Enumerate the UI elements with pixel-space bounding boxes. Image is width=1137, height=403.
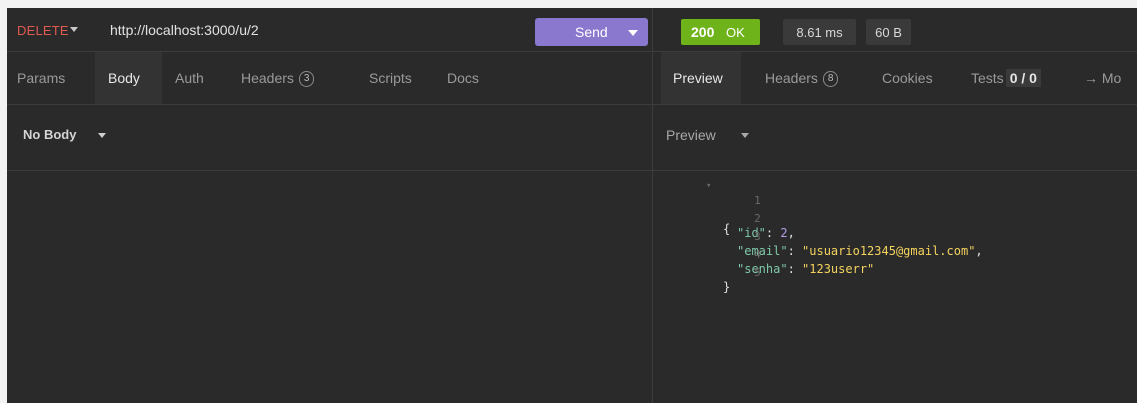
- json-number: 2: [780, 226, 788, 240]
- code-line: 1 ▾ {: [653, 180, 761, 236]
- tab-cookies[interactable]: Cookies: [882, 70, 933, 86]
- tab-docs[interactable]: Docs: [447, 70, 479, 86]
- response-size: 60 B: [875, 25, 902, 40]
- response-headers-count-badge: 8: [822, 71, 839, 87]
- headers-count-badge: 3: [298, 71, 315, 87]
- http-method-selector[interactable]: DELETE: [17, 23, 69, 38]
- send-options-chevron-icon[interactable]: [628, 30, 638, 36]
- line-number: 5: [754, 266, 761, 279]
- url-bar: DELETE http://localhost:3000/u/2 Send: [7, 8, 652, 52]
- response-time: 8.61 ms: [796, 25, 843, 40]
- tab-more[interactable]: → Mo: [1084, 70, 1121, 86]
- send-button[interactable]: Send: [535, 18, 648, 46]
- send-button-label: Send: [575, 24, 608, 40]
- chevron-down-icon[interactable]: [98, 133, 106, 138]
- insomnia-app: DELETE http://localhost:3000/u/2 Send Pa…: [7, 8, 1137, 403]
- tab-response-headers[interactable]: Headers 8: [765, 70, 839, 89]
- tab-tests-label: Tests: [971, 70, 1004, 86]
- tab-headers[interactable]: Headers 3: [241, 70, 315, 89]
- tab-preview[interactable]: Preview: [673, 70, 723, 86]
- tests-count-badge: 0 / 0: [1005, 69, 1041, 87]
- preview-mode-bar: Preview: [653, 105, 1137, 171]
- json-comma: ,: [975, 244, 983, 258]
- code-line: 4 "senha": "123userr": [653, 234, 874, 276]
- request-tabs: Params Body Auth Headers 3 Scripts Docs: [7, 52, 652, 105]
- json-comma: ,: [787, 226, 795, 240]
- json-string: "usuario12345@gmail.com": [802, 244, 976, 258]
- request-pane: DELETE http://localhost:3000/u/2 Send Pa…: [7, 8, 652, 403]
- tab-params[interactable]: Params: [17, 70, 65, 86]
- status-code: 200: [691, 24, 715, 40]
- response-status-bar: 200 OK 8.61 ms 60 B: [653, 8, 1137, 52]
- tab-response-headers-label: Headers: [765, 70, 818, 86]
- preview-mode-dropdown[interactable]: Preview: [666, 127, 716, 143]
- response-pane: 200 OK 8.61 ms 60 B Preview Headers 8 Coo…: [653, 8, 1137, 403]
- json-string: "123userr": [802, 262, 875, 276]
- line-number: 4: [754, 248, 761, 261]
- status-badge: 200 OK: [681, 19, 760, 45]
- code-line: 3 "email": "usuario12345@gmail.com",: [653, 216, 983, 258]
- body-type-dropdown[interactable]: No Body: [23, 127, 76, 142]
- code-line: 5 }: [653, 252, 761, 294]
- chevron-down-icon[interactable]: [70, 27, 78, 32]
- status-text: OK: [726, 25, 745, 40]
- chevron-down-icon[interactable]: [741, 133, 749, 138]
- line-number: 3: [754, 230, 761, 243]
- json-entry: "email": "usuario12345@gmail.com",: [737, 244, 983, 258]
- tab-scripts[interactable]: Scripts: [369, 70, 412, 86]
- code-line: 2 "id": 2,: [653, 198, 795, 240]
- fold-arrow-icon[interactable]: ▾: [706, 181, 711, 191]
- response-tabs: Preview Headers 8 Cookies Tests 0 / 0 → Mo: [653, 52, 1137, 105]
- url-input[interactable]: http://localhost:3000/u/2: [110, 22, 259, 38]
- tab-body[interactable]: Body: [108, 70, 140, 86]
- json-brace: }: [723, 280, 731, 294]
- line-number: 2: [754, 212, 761, 225]
- response-size-badge: 60 B: [866, 19, 911, 45]
- tab-tests[interactable]: Tests 0 / 0: [971, 69, 1041, 87]
- tab-auth[interactable]: Auth: [175, 70, 204, 86]
- tab-headers-label: Headers: [241, 70, 294, 86]
- body-type-bar: No Body: [7, 105, 652, 171]
- response-time-badge: 8.61 ms: [783, 19, 856, 45]
- line-number: 1: [754, 194, 761, 207]
